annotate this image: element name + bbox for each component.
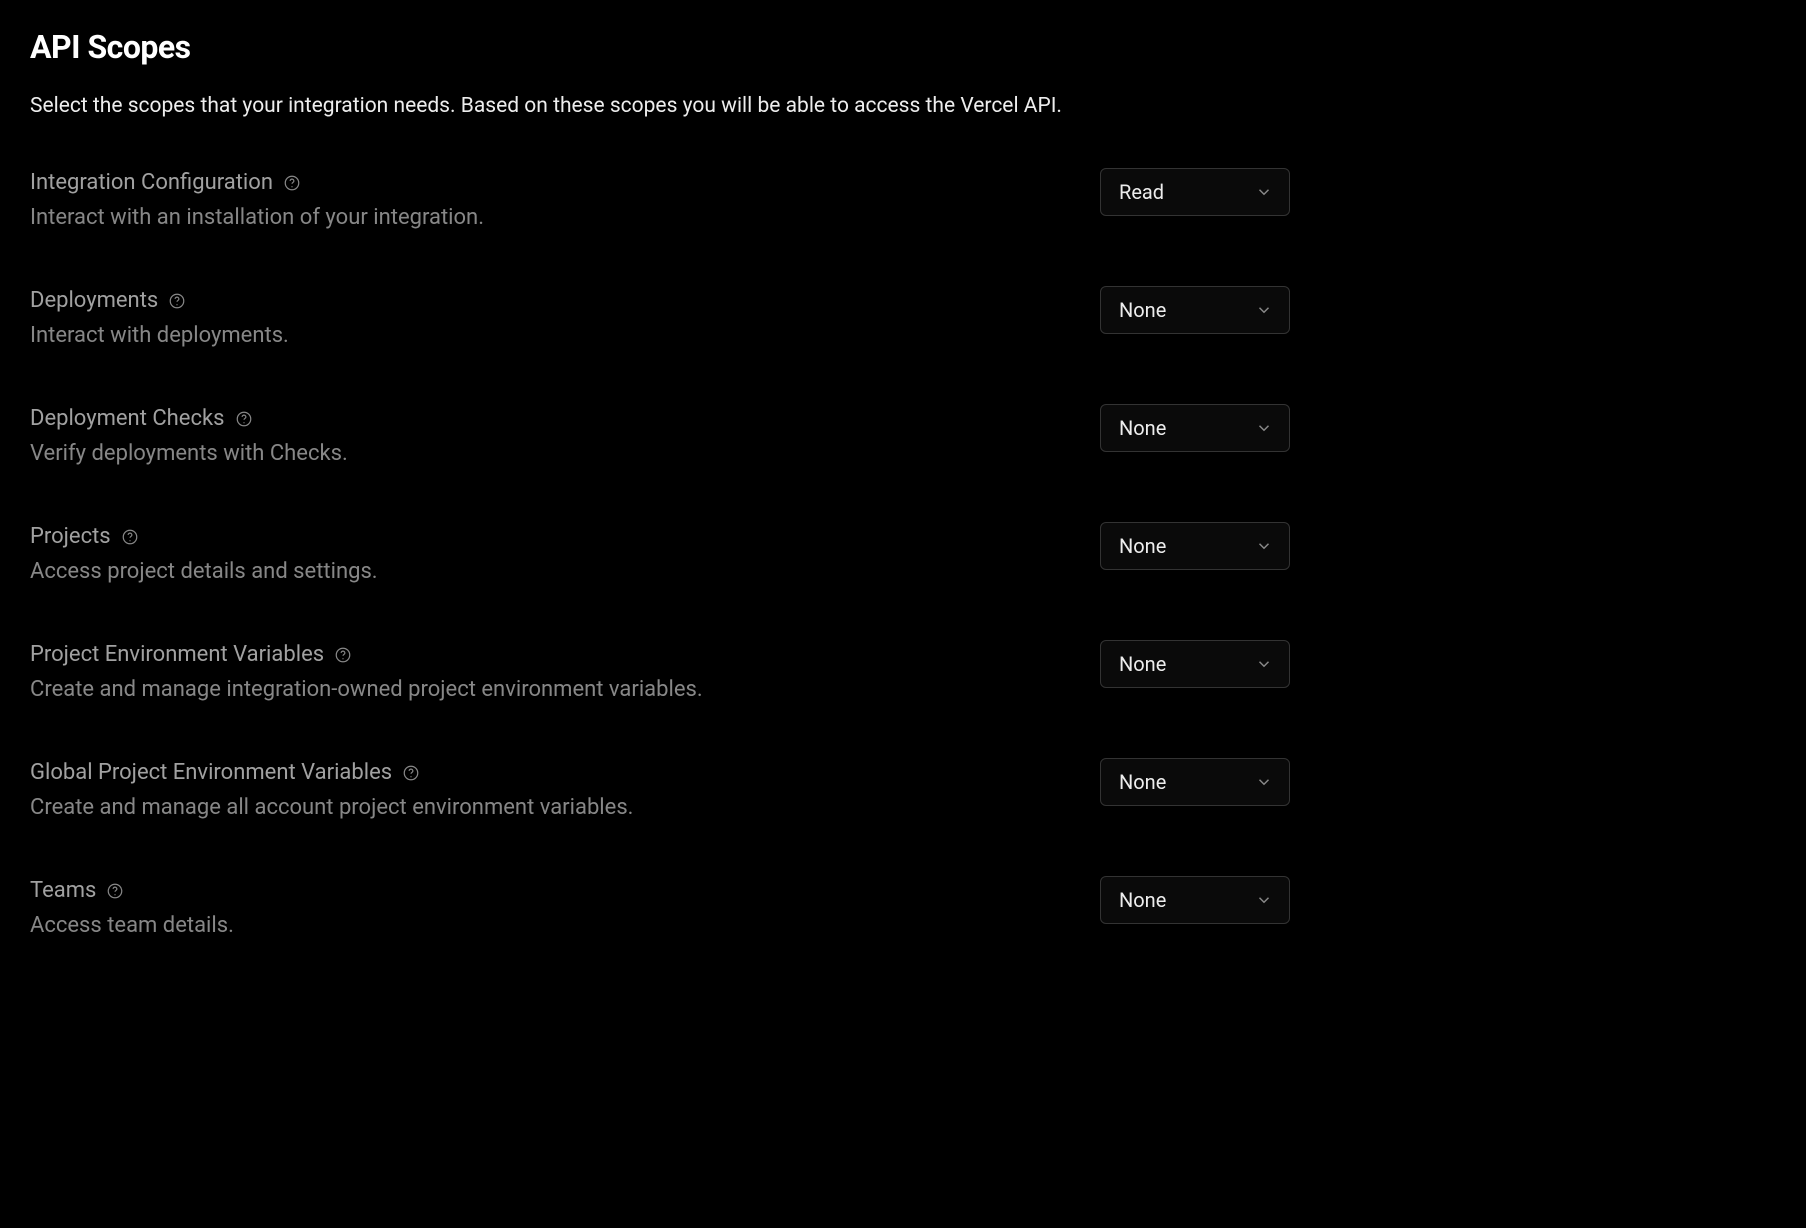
- scope-info: Project Environment Variables Create and…: [30, 642, 1060, 702]
- scope-select-value: None: [1119, 652, 1166, 676]
- scope-row-project-env-vars: Project Environment Variables Create and…: [30, 642, 1290, 702]
- help-icon[interactable]: [106, 882, 124, 900]
- scope-info: Deployment Checks Verify deployments wit…: [30, 406, 1060, 466]
- scope-title: Teams: [30, 878, 96, 903]
- scope-select-deployments[interactable]: None: [1100, 286, 1290, 334]
- scope-info: Deployments Interact with deployments.: [30, 288, 1060, 348]
- scope-description: Access team details.: [30, 913, 1060, 938]
- scope-select-value: None: [1119, 534, 1166, 558]
- scope-title: Integration Configuration: [30, 170, 273, 195]
- scope-row-projects: Projects Access project details and sett…: [30, 524, 1290, 584]
- page-description: Select the scopes that your integration …: [30, 94, 1776, 118]
- scope-description: Interact with deployments.: [30, 323, 1060, 348]
- help-icon[interactable]: [334, 646, 352, 664]
- scope-row-deployment-checks: Deployment Checks Verify deployments wit…: [30, 406, 1290, 466]
- scope-title-line: Integration Configuration: [30, 170, 1060, 195]
- chevron-down-icon: [1255, 183, 1273, 201]
- scope-select-deployment-checks[interactable]: None: [1100, 404, 1290, 452]
- scope-select-value: None: [1119, 298, 1166, 322]
- scope-row-integration-configuration: Integration Configuration Interact with …: [30, 170, 1290, 230]
- scope-list: Integration Configuration Interact with …: [30, 170, 1290, 938]
- scope-title: Project Environment Variables: [30, 642, 324, 667]
- scope-info: Projects Access project details and sett…: [30, 524, 1060, 584]
- scope-title: Global Project Environment Variables: [30, 760, 392, 785]
- scope-title-line: Project Environment Variables: [30, 642, 1060, 667]
- help-icon[interactable]: [283, 174, 301, 192]
- help-icon[interactable]: [235, 410, 253, 428]
- scope-select-teams[interactable]: None: [1100, 876, 1290, 924]
- scope-description: Create and manage all account project en…: [30, 795, 1060, 820]
- chevron-down-icon: [1255, 537, 1273, 555]
- scope-description: Verify deployments with Checks.: [30, 441, 1060, 466]
- page-title: API Scopes: [30, 28, 1776, 66]
- scope-select-value: Read: [1119, 180, 1164, 204]
- scope-title: Deployment Checks: [30, 406, 225, 431]
- chevron-down-icon: [1255, 419, 1273, 437]
- scope-title: Deployments: [30, 288, 158, 313]
- scope-title-line: Deployment Checks: [30, 406, 1060, 431]
- scope-row-teams: Teams Access team details. None: [30, 878, 1290, 938]
- scope-select-projects[interactable]: None: [1100, 522, 1290, 570]
- chevron-down-icon: [1255, 891, 1273, 909]
- scope-title-line: Deployments: [30, 288, 1060, 313]
- help-icon[interactable]: [121, 528, 139, 546]
- scope-select-integration-configuration[interactable]: Read: [1100, 168, 1290, 216]
- scope-row-deployments: Deployments Interact with deployments. N…: [30, 288, 1290, 348]
- scope-description: Interact with an installation of your in…: [30, 205, 1060, 230]
- scope-row-global-project-env-vars: Global Project Environment Variables Cre…: [30, 760, 1290, 820]
- help-icon[interactable]: [402, 764, 420, 782]
- chevron-down-icon: [1255, 655, 1273, 673]
- scope-select-value: None: [1119, 888, 1166, 912]
- scope-title-line: Global Project Environment Variables: [30, 760, 1060, 785]
- scope-title-line: Projects: [30, 524, 1060, 549]
- scope-select-project-env-vars[interactable]: None: [1100, 640, 1290, 688]
- scope-select-value: None: [1119, 416, 1166, 440]
- scope-title-line: Teams: [30, 878, 1060, 903]
- scope-description: Create and manage integration-owned proj…: [30, 677, 1060, 702]
- chevron-down-icon: [1255, 773, 1273, 791]
- chevron-down-icon: [1255, 301, 1273, 319]
- help-icon[interactable]: [168, 292, 186, 310]
- scope-info: Global Project Environment Variables Cre…: [30, 760, 1060, 820]
- scope-select-value: None: [1119, 770, 1166, 794]
- scope-select-global-project-env-vars[interactable]: None: [1100, 758, 1290, 806]
- scope-info: Teams Access team details.: [30, 878, 1060, 938]
- scope-title: Projects: [30, 524, 111, 549]
- scope-description: Access project details and settings.: [30, 559, 1060, 584]
- scope-info: Integration Configuration Interact with …: [30, 170, 1060, 230]
